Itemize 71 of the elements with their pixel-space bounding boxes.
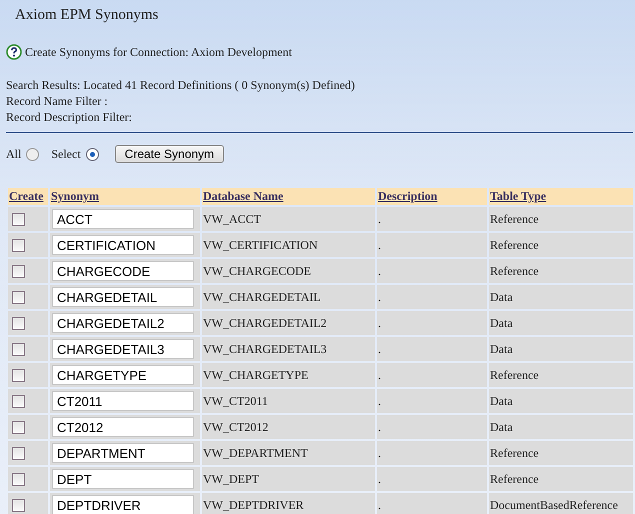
table-cell: .: [378, 264, 381, 278]
synonym-input-field[interactable]: CT2012: [52, 417, 194, 437]
info-line: Record Description Filter:: [6, 109, 133, 125]
table-cell: VW_ACCT: [203, 212, 261, 226]
checkbox[interactable]: [12, 343, 25, 356]
table-cell: Reference: [490, 446, 539, 460]
radio-button[interactable]: [86, 148, 99, 160]
radio-label: Select: [51, 146, 81, 162]
checkbox[interactable]: [12, 265, 25, 278]
synonym-input-field[interactable]: CERTIFICATION: [52, 235, 194, 255]
table-cell: VW_CHARGEDETAIL2: [203, 316, 327, 330]
page-title: Axiom EPM Synonyms: [14, 6, 160, 25]
table-cell: .: [378, 394, 381, 408]
table-cell: .: [378, 342, 381, 356]
table-cell: Reference: [490, 212, 539, 226]
checkbox[interactable]: [12, 369, 25, 382]
synonym-input-field[interactable]: DEPT: [52, 469, 194, 489]
synonym-input-field[interactable]: ACCT: [52, 209, 194, 229]
table-cell: VW_DEPT: [203, 472, 259, 486]
checkbox[interactable]: [12, 213, 25, 226]
info-line: Search Results: Located 41 Record Definitions ( 0 Synonym(s) Defined): [6, 77, 356, 93]
table-cell: .: [378, 290, 381, 304]
synonym-input-field[interactable]: CHARGEDETAIL: [52, 287, 194, 307]
table-cell: Reference: [490, 472, 539, 486]
table-cell: VW_CT2012: [203, 420, 268, 434]
connection-heading: Create Synonyms for Connection: Axiom Development: [25, 44, 292, 60]
synonym-input-field[interactable]: CHARGEDETAIL2: [52, 313, 194, 333]
synonym-input-field[interactable]: CHARGECODE: [52, 261, 194, 281]
create-synonym-button[interactable]: Create Synonym: [114, 145, 224, 163]
table-cell: Data: [490, 420, 513, 434]
table-cell: VW_CHARGETYPE: [203, 368, 308, 382]
synonym-input-field[interactable]: CHARGEDETAIL3: [52, 339, 194, 359]
radio-label: All: [6, 146, 22, 162]
table-cell: .: [378, 238, 381, 252]
table-cell: .: [378, 498, 381, 512]
table-cell: Data: [490, 394, 513, 408]
checkbox[interactable]: [12, 291, 25, 304]
table-cell: Data: [490, 342, 513, 356]
table-cell: .: [378, 420, 381, 434]
table-cell: Data: [490, 290, 513, 304]
table-cell: .: [378, 212, 381, 226]
table-cell: Data: [490, 316, 513, 330]
checkbox[interactable]: [12, 395, 25, 408]
help-icon[interactable]: [6, 44, 22, 60]
radio-button[interactable]: [26, 148, 40, 160]
table-cell: Reference: [490, 264, 539, 278]
synonym-input-field[interactable]: CHARGETYPE: [52, 365, 194, 385]
table-cell: DocumentBasedReference: [490, 498, 618, 512]
table-cell: VW_CHARGECODE: [203, 264, 311, 278]
table-cell: .: [378, 368, 381, 382]
table-cell: VW_CT2011: [203, 394, 268, 408]
table-cell: VW_CHARGEDETAIL3: [203, 342, 327, 356]
table-cell: .: [378, 446, 381, 460]
checkbox[interactable]: [12, 473, 25, 486]
table-cell: VW_DEPTDRIVER: [203, 498, 304, 512]
checkbox[interactable]: [12, 239, 25, 252]
info-line: Record Name Filter :: [6, 93, 109, 109]
table-cell: VW_DEPARTMENT: [203, 446, 308, 460]
table-cell: VW_CERTIFICATION: [203, 238, 318, 252]
table-cell: .: [378, 472, 381, 486]
table-cell: .: [378, 316, 381, 330]
checkbox[interactable]: [12, 421, 25, 434]
checkbox[interactable]: [12, 499, 25, 512]
table-cell: Reference: [490, 368, 539, 382]
checkbox[interactable]: [12, 317, 25, 330]
synonym-input-field[interactable]: DEPARTMENT: [52, 443, 194, 463]
synonym-input-field[interactable]: CT2011: [52, 391, 194, 411]
synonym-input-field[interactable]: DEPTDRIVER: [52, 495, 194, 514]
table-cell: Reference: [490, 238, 539, 252]
table-cell: VW_CHARGEDETAIL: [203, 290, 321, 304]
checkbox[interactable]: [12, 447, 25, 460]
